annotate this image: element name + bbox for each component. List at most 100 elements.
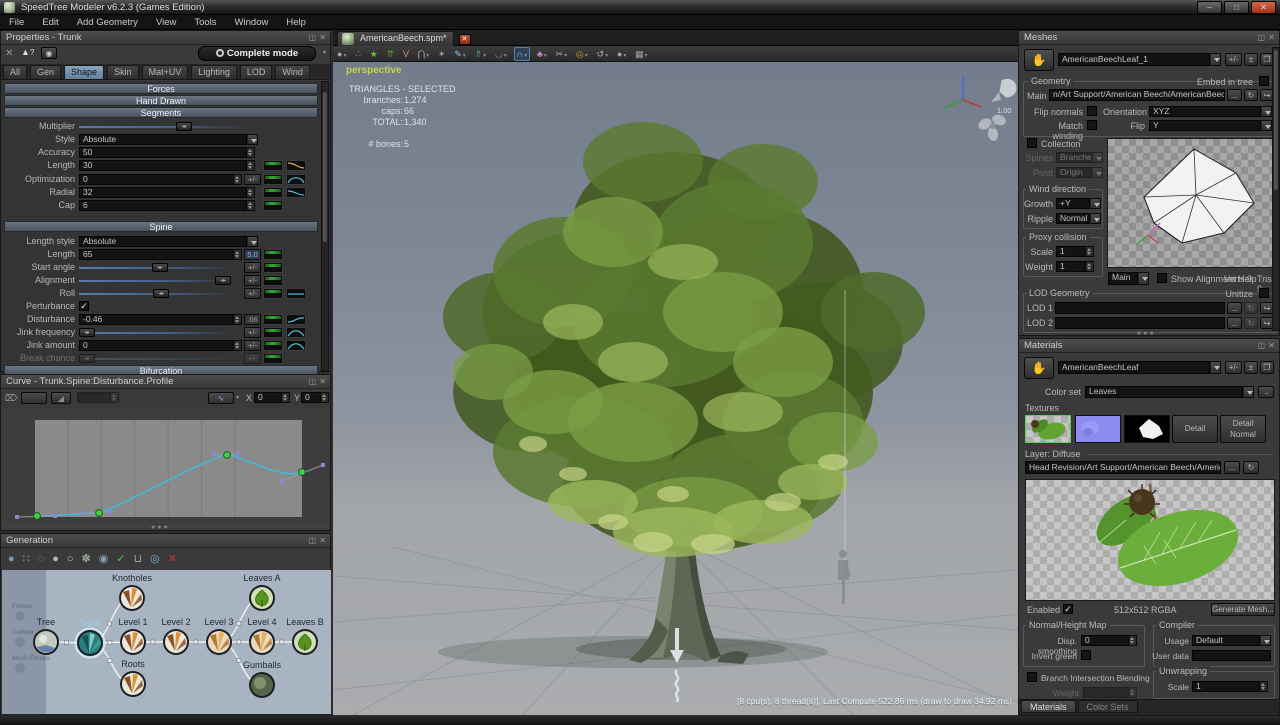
- length-input[interactable]: 30: [79, 160, 247, 171]
- ring-icon[interactable]: ○: [63, 553, 78, 565]
- invert-green-checkbox[interactable]: [1081, 650, 1091, 660]
- float-panel-icon[interactable]: ◫: [1257, 33, 1265, 43]
- disturbance-badge[interactable]: .06: [244, 314, 261, 325]
- camera-mode-label[interactable]: perspective: [346, 65, 402, 76]
- jink-frequency-profile-curve[interactable]: [286, 327, 306, 338]
- section-hand-drawn[interactable]: Hand Drawn: [4, 95, 318, 106]
- diffuse-browse-button[interactable]: ...: [1224, 461, 1240, 474]
- section-segments[interactable]: Segments: [4, 107, 318, 118]
- curve-index-spinner[interactable]: [111, 392, 119, 403]
- prune-tool-icon[interactable]: ✂▾: [554, 48, 570, 62]
- detail-normal-texture-button[interactable]: Detail Normal: [1220, 415, 1266, 443]
- close-panel-icon[interactable]: ✕: [1268, 341, 1275, 351]
- disturbance-spinner[interactable]: [234, 314, 242, 325]
- proxy-weight-input[interactable]: 1: [1056, 261, 1086, 272]
- tab-gen[interactable]: Gen: [30, 65, 61, 80]
- node-edit-tool-icon[interactable]: ∴: [353, 48, 363, 62]
- spine-length-input[interactable]: 65: [79, 249, 234, 260]
- splitter-handle[interactable]: ●●●: [1137, 330, 1156, 337]
- lod1-reload-icon[interactable]: ↻: [1244, 302, 1258, 314]
- bib-weight-input[interactable]: [1083, 687, 1129, 698]
- curve-editor-plot[interactable]: [2, 408, 329, 530]
- lock-icon[interactable]: ⊔: [130, 553, 147, 565]
- proxy-weight-spinner[interactable]: [1086, 261, 1094, 272]
- disp-smoothing-spinner[interactable]: [1129, 635, 1137, 646]
- start-angle-plusminus-button[interactable]: +/-: [244, 262, 261, 273]
- preview-lod-caret-icon[interactable]: [1138, 272, 1149, 285]
- sprig-tool-icon[interactable]: ⇈: [385, 48, 397, 62]
- unwrap-scale-spinner[interactable]: [1260, 681, 1268, 692]
- jink-frequency-plusminus-button[interactable]: +/-: [244, 327, 261, 338]
- color-set-caret-icon[interactable]: [1243, 386, 1254, 398]
- x-value-input[interactable]: 0: [254, 392, 282, 403]
- growth-dropdown[interactable]: +Y: [1056, 198, 1090, 209]
- browse-obj-button[interactable]: ...: [1227, 89, 1242, 101]
- splitter-handle[interactable]: ●●●: [151, 524, 170, 531]
- style-dropdown[interactable]: Absolute: [79, 134, 247, 145]
- menu-add-geometry[interactable]: Add Geometry: [68, 15, 147, 30]
- disturbance-profile-curve[interactable]: [286, 314, 306, 325]
- close-panel-icon[interactable]: ✕: [319, 33, 326, 43]
- menu-edit[interactable]: Edit: [33, 15, 67, 30]
- document-tab[interactable]: AmericanBeech.spm* ✕: [337, 31, 454, 46]
- ripple-caret-icon[interactable]: [1090, 213, 1101, 224]
- menu-file[interactable]: File: [0, 15, 33, 30]
- material-selector-dropdown[interactable]: AmericanBeechLeaf: [1058, 361, 1210, 374]
- material-selector-caret-icon[interactable]: [1210, 361, 1221, 374]
- group-nodes-icon[interactable]: ∷: [19, 553, 34, 565]
- grow-tool-icon[interactable]: ⇑▾: [473, 48, 489, 62]
- grid-settings-icon[interactable]: ▦▾: [633, 48, 650, 62]
- tab-mat-uv[interactable]: Mat+UV: [142, 65, 189, 80]
- jink-frequency-slider[interactable]: ◂▸: [79, 327, 234, 338]
- pivot-dropdown[interactable]: Origin: [1056, 167, 1092, 178]
- leaf-tool-icon[interactable]: ★: [368, 48, 380, 62]
- eye-icon[interactable]: ◉: [95, 553, 113, 565]
- mode-caret-icon[interactable]: ▾: [323, 49, 326, 56]
- fan-tool-icon[interactable]: ✶: [436, 48, 448, 62]
- focus-target-icon[interactable]: ◎: [146, 553, 164, 565]
- disturbance-curve-box[interactable]: [263, 314, 283, 325]
- grab-mesh-icon[interactable]: ✋: [1024, 49, 1054, 71]
- generation-graph[interactable]: ForcesColliderMesh ForcesTreeTrunkKnotho…: [2, 570, 331, 720]
- ripple-dropdown[interactable]: Normal: [1056, 213, 1090, 224]
- close-panel-icon[interactable]: ✕: [319, 536, 326, 546]
- curve-index-field[interactable]: [77, 392, 111, 403]
- length-curve-box[interactable]: [263, 160, 283, 171]
- tab-skin[interactable]: Skin: [107, 65, 139, 80]
- pointer-help-icon[interactable]: ▲?: [21, 47, 34, 57]
- draw-tool-icon[interactable]: ✎▾: [452, 48, 468, 62]
- alignment-curve-box[interactable]: [263, 275, 283, 286]
- bib-checkbox[interactable]: [1027, 672, 1037, 682]
- curve-preset-caret-icon[interactable]: ▾: [236, 394, 239, 401]
- mesh-add-remove-button[interactable]: ±: [1244, 53, 1258, 66]
- close-button[interactable]: ✕: [1251, 1, 1276, 14]
- color-set-dropdown[interactable]: Leaves: [1085, 386, 1243, 398]
- detail-texture-button[interactable]: Detail: [1172, 415, 1218, 443]
- embed-in-tree-checkbox[interactable]: [1259, 76, 1269, 86]
- lod2-browse-button[interactable]: ...: [1227, 317, 1242, 329]
- enabled-checkbox[interactable]: ✓: [1063, 604, 1073, 614]
- lod1-path-field[interactable]: [1055, 302, 1225, 314]
- y-value-input[interactable]: 0: [301, 392, 321, 403]
- diffuse-texture-thumb[interactable]: [1025, 415, 1071, 443]
- hide-tool-icon[interactable]: ◡▾: [493, 48, 509, 62]
- tangent-mode-icon[interactable]: ⌦: [5, 393, 18, 404]
- delete-tool-icon[interactable]: ✕: [5, 48, 13, 59]
- lod2-path-field[interactable]: [1055, 317, 1225, 329]
- tab-shape[interactable]: Shape: [64, 65, 104, 80]
- roll-profile-curve[interactable]: [286, 288, 306, 299]
- delete-node-icon[interactable]: ✕: [164, 553, 181, 565]
- style-caret-icon[interactable]: [247, 134, 258, 145]
- meshes-scrollbar[interactable]: [1272, 47, 1280, 331]
- optimization-curve-box[interactable]: [263, 174, 283, 185]
- lod2-reload-icon[interactable]: ↻: [1244, 317, 1258, 329]
- add-node-icon[interactable]: ●: [4, 553, 19, 565]
- properties-scrollbar[interactable]: [321, 81, 329, 371]
- grab-material-icon[interactable]: ✋: [1024, 357, 1054, 379]
- multiplier-slider[interactable]: ◂▸: [79, 121, 247, 132]
- curve-preset-button[interactable]: ∿: [208, 392, 234, 404]
- float-panel-icon[interactable]: ◫: [1257, 341, 1265, 351]
- menu-view[interactable]: View: [147, 15, 185, 30]
- close-document-icon[interactable]: ✕: [459, 34, 471, 45]
- roll-plusminus-button[interactable]: +/-: [244, 288, 261, 299]
